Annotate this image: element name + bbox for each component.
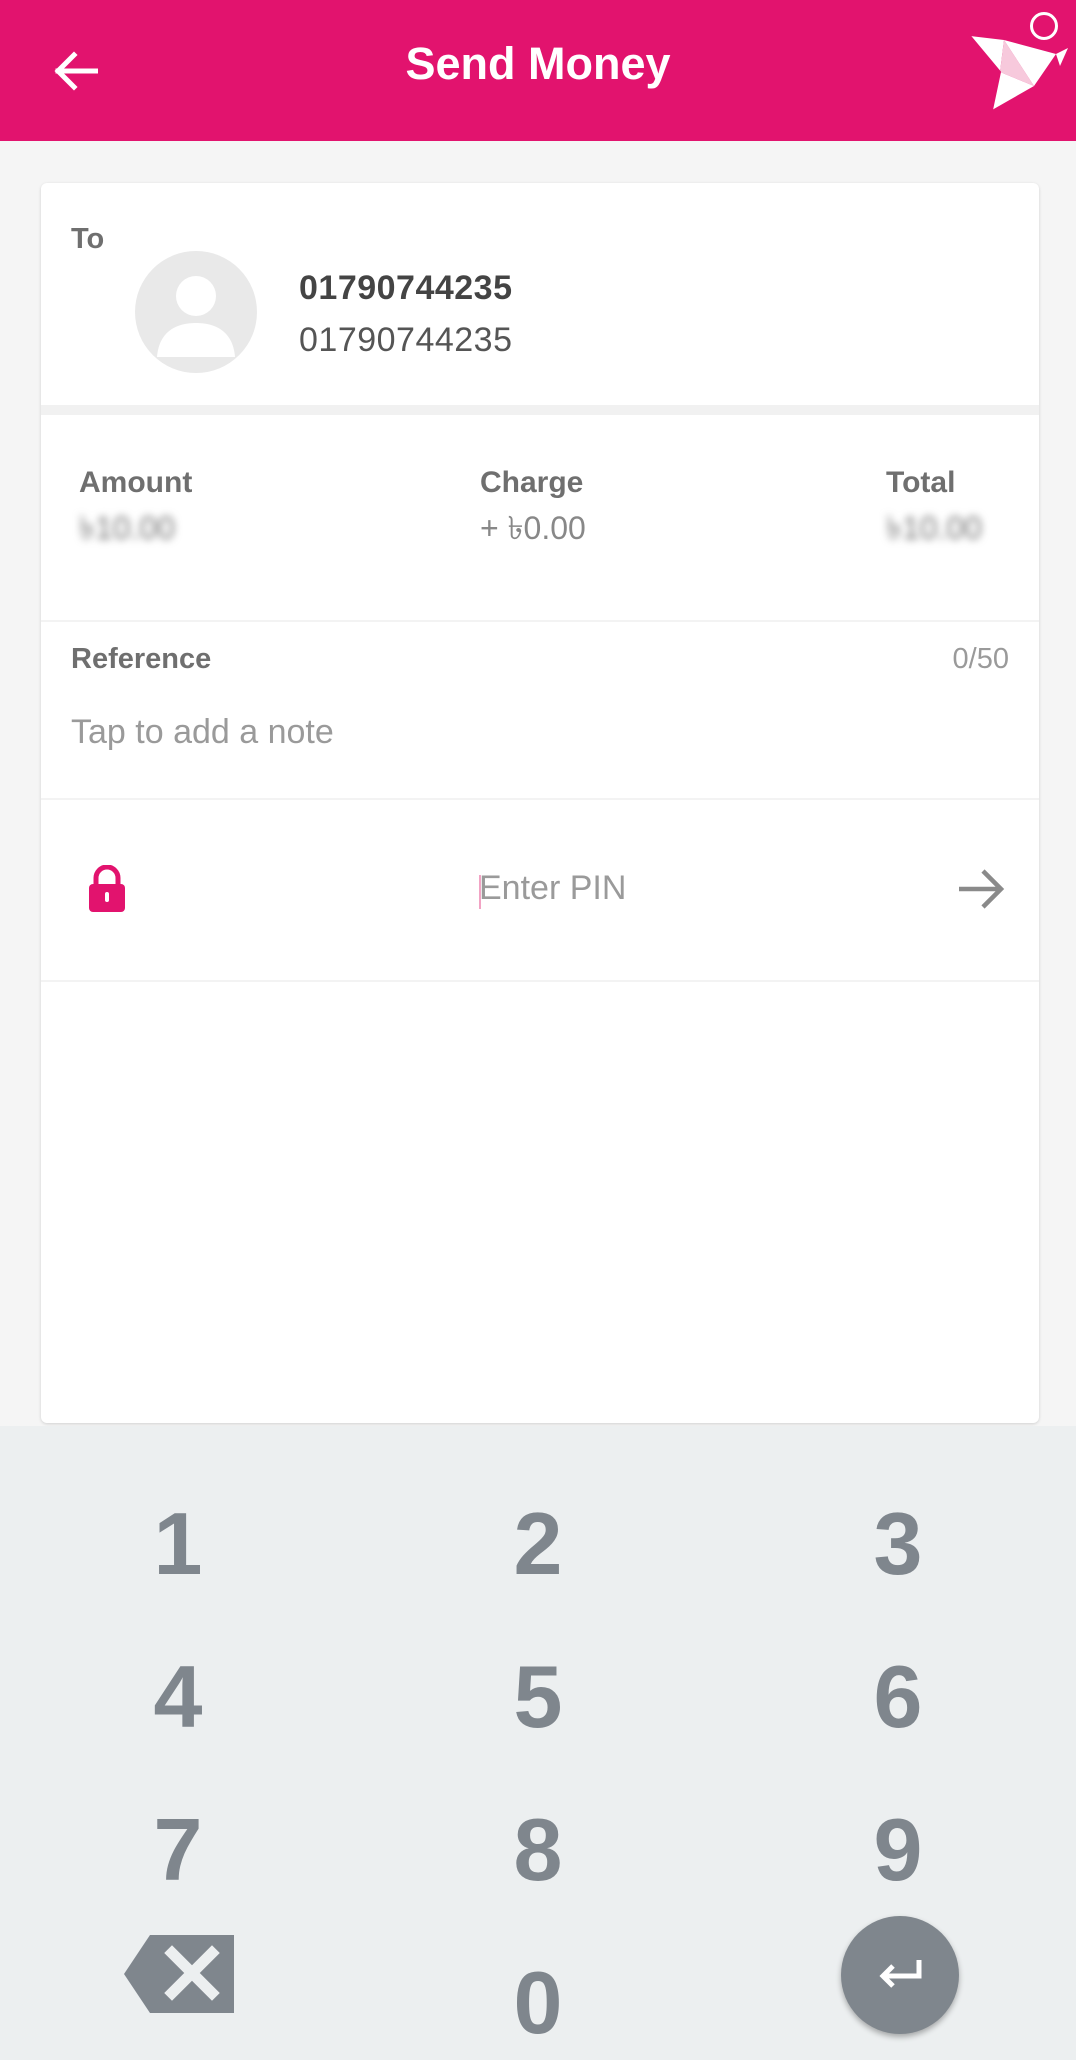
key-5[interactable]: 5 — [418, 1632, 658, 1762]
charge-label: Charge — [480, 466, 584, 499]
enter-icon — [879, 1960, 922, 1988]
key-2[interactable]: 2 — [418, 1479, 658, 1609]
lock-icon — [89, 865, 125, 912]
backspace-button[interactable] — [120, 1929, 240, 2019]
reference-counter: 0/50 — [952, 643, 1009, 675]
amount-label: Amount — [79, 466, 193, 499]
enter-button[interactable] — [841, 1916, 959, 2034]
status-indicator-icon — [1030, 12, 1058, 40]
recipient-name: 01790744235 — [299, 269, 513, 307]
pin-submit-button[interactable] — [955, 863, 1007, 915]
pin-input[interactable] — [479, 869, 829, 908]
key-6[interactable]: 6 — [778, 1632, 1018, 1762]
app-bar: Send Money — [0, 0, 1076, 141]
key-0[interactable]: 0 — [418, 1938, 658, 2060]
arrow-right-icon — [959, 869, 1005, 909]
total-label: Total — [886, 466, 956, 499]
amount-value: ৳10.00 — [79, 510, 176, 546]
numeric-keypad: 1 2 3 4 5 6 7 8 9 0 — [0, 1426, 1076, 2060]
person-avatar-icon — [135, 251, 257, 373]
recipient-number: 01790744235 — [299, 321, 513, 359]
divider — [41, 798, 1039, 800]
divider — [41, 980, 1039, 982]
key-9[interactable]: 9 — [778, 1785, 1018, 1915]
key-1[interactable]: 1 — [58, 1479, 298, 1609]
key-8[interactable]: 8 — [418, 1785, 658, 1915]
reference-label: Reference — [71, 643, 212, 675]
bkash-logo-icon — [969, 35, 1068, 110]
charge-value: + ৳0.00 — [480, 510, 586, 546]
key-4[interactable]: 4 — [58, 1632, 298, 1762]
reference-input[interactable] — [71, 713, 1001, 752]
key-7[interactable]: 7 — [58, 1785, 298, 1915]
section-divider — [41, 405, 1039, 415]
send-money-card: To 01790744235 01790744235 Amount ৳10.00… — [41, 183, 1039, 1423]
to-label: To — [71, 223, 105, 255]
page-title: Send Money — [405, 38, 671, 89]
total-value: ৳10.00 — [886, 510, 983, 546]
backspace-icon — [124, 1935, 234, 2013]
key-3[interactable]: 3 — [778, 1479, 1018, 1609]
divider — [41, 620, 1039, 622]
